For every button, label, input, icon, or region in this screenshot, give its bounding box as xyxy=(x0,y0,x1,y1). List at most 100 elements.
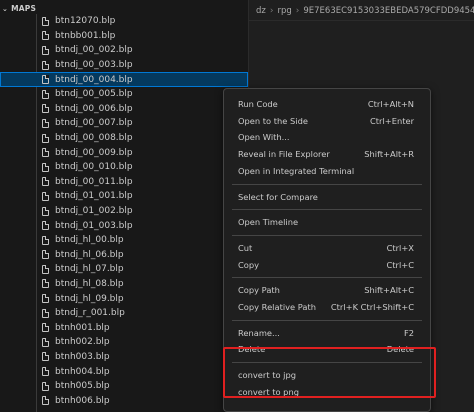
file-item[interactable]: btndj_00_007.blp xyxy=(0,116,248,131)
menu-separator xyxy=(232,183,422,185)
menu-item-copy-relative-path[interactable]: Copy Relative Path Ctrl+K Ctrl+Shift+C xyxy=(224,299,430,315)
file-item[interactable]: btnh001.blp xyxy=(0,320,248,335)
menu-item-copy[interactable]: Copy Ctrl+C xyxy=(224,257,430,273)
file-icon xyxy=(42,337,49,347)
file-icon xyxy=(42,16,49,26)
menu-item-label: Run Code xyxy=(238,99,278,109)
breadcrumb-item[interactable]: dz xyxy=(256,6,266,16)
file-icon xyxy=(42,264,49,274)
file-item[interactable]: btndj_00_003.blp xyxy=(0,58,248,73)
menu-separator xyxy=(232,319,422,321)
menu-item-open-in-integrated-terminal[interactable]: Open in Integrated Terminal xyxy=(224,163,430,179)
menu-item-open-timeline[interactable]: Open Timeline xyxy=(224,214,430,230)
file-item[interactable]: btndj_00_002.blp xyxy=(0,43,248,58)
menu-item-label: Open Timeline xyxy=(238,217,299,228)
red-highlight-annotation xyxy=(223,347,436,398)
file-name: btndj_r_001.blp xyxy=(55,308,125,319)
menu-item-shortcut: Shift+Alt+C xyxy=(364,285,414,296)
file-item[interactable]: btndj_01_001.blp xyxy=(0,189,248,204)
file-item[interactable]: btndj_00_005.blp xyxy=(0,87,248,102)
menu-item-shortcut: F2 xyxy=(403,327,414,338)
file-item[interactable]: btnh006.blp xyxy=(0,393,248,408)
file-name: btndj_01_001.blp xyxy=(55,191,133,202)
breadcrumb-item[interactable]: 9E7E63EC9153033EBEDA579CFDD9454C xyxy=(303,6,474,16)
menu-item-open-with[interactable]: Open With... xyxy=(224,129,430,145)
file-icon xyxy=(42,206,49,216)
file-item[interactable]: btndj_hl_06.blp xyxy=(0,248,248,263)
menu-item-select-for-compare[interactable]: Select for Compare xyxy=(224,189,430,205)
file-item[interactable]: btndj_00_009.blp xyxy=(0,145,248,160)
menu-separator xyxy=(232,209,422,211)
menu-item-label: Cut xyxy=(238,242,253,253)
file-name: btnh001.blp xyxy=(55,322,110,333)
menu-item-label: Select for Compare xyxy=(238,191,318,202)
file-icon xyxy=(42,104,49,114)
file-item[interactable]: btnh002.blp xyxy=(0,335,248,350)
menu-item-reveal-in-file-explorer[interactable]: Reveal in File Explorer Shift+Alt+R xyxy=(224,146,430,162)
file-item[interactable]: btndj_r_001.blp xyxy=(0,306,248,321)
file-name: btnh003.blp xyxy=(55,351,110,362)
file-item[interactable]: btndj_01_003.blp xyxy=(0,218,248,233)
menu-item-label: Open to the Side xyxy=(238,115,308,126)
file-item[interactable]: btndj_hl_09.blp xyxy=(0,291,248,306)
explorer-sidebar: ⌄ MAPS btn12070.blp btnbb001.blp btndj_00_… xyxy=(0,0,249,412)
file-name: btnh002.blp xyxy=(55,337,110,348)
file-icon xyxy=(42,250,49,260)
file-name: btndj_00_003.blp xyxy=(55,60,133,71)
file-name: btndj_00_007.blp xyxy=(55,118,133,129)
file-icon xyxy=(42,177,49,187)
file-item[interactable]: btndj_00_006.blp xyxy=(0,102,248,117)
file-name: btndj_hl_09.blp xyxy=(55,293,124,304)
file-item[interactable]: btndj_hl_00.blp xyxy=(0,233,248,248)
menu-item-label: Copy xyxy=(238,259,260,270)
menu-item-shortcut: Ctrl+K Ctrl+Shift+C xyxy=(330,302,414,312)
menu-item-open-to-the-side[interactable]: Open to the Side Ctrl+Enter xyxy=(224,113,430,129)
file-item[interactable]: btndj_00_010.blp xyxy=(0,160,248,175)
breadcrumb-item[interactable]: rpg xyxy=(277,6,291,16)
section-title: MAPS xyxy=(11,4,37,13)
file-icon xyxy=(42,235,49,245)
file-name: btndj_01_003.blp xyxy=(55,220,133,231)
menu-separator xyxy=(232,234,422,236)
file-icon xyxy=(42,323,49,333)
file-name: btnh005.blp xyxy=(55,381,110,392)
file-icon xyxy=(42,294,49,304)
file-item[interactable]: btndj_00_004.blp xyxy=(0,72,248,87)
menu-item-rename[interactable]: Rename... F2 xyxy=(224,325,430,341)
file-name: btndj_00_008.blp xyxy=(55,133,133,144)
file-item[interactable]: btnh003.blp xyxy=(0,350,248,365)
breadcrumb: dz›rpg›9E7E63EC9153033EBEDA579CFDD9454C›… xyxy=(256,0,474,22)
menu-item-label: Open With... xyxy=(238,132,290,143)
file-name: btndj_hl_06.blp xyxy=(55,249,124,260)
menu-item-cut[interactable]: Cut Ctrl+X xyxy=(224,240,430,256)
chevron-right-icon: › xyxy=(269,6,274,16)
file-item[interactable]: btndj_hl_07.blp xyxy=(0,262,248,277)
menu-item-run-code[interactable]: Run Code Ctrl+Alt+N xyxy=(224,96,430,112)
file-name: btnbb001.blp xyxy=(55,30,116,41)
menu-item-shortcut: Ctrl+Alt+N xyxy=(367,99,414,109)
file-item[interactable]: btndj_00_011.blp xyxy=(0,175,248,190)
file-icon xyxy=(42,367,49,377)
menu-item-shortcut: Ctrl+C xyxy=(386,259,414,270)
file-item[interactable]: btndj_hl_08.blp xyxy=(0,277,248,292)
file-item[interactable]: btndj_00_008.blp xyxy=(0,131,248,146)
file-icon xyxy=(42,279,49,289)
menu-item-label: Copy Path xyxy=(238,285,280,296)
file-list: btn12070.blp btnbb001.blp btndj_00_002.blp… xyxy=(0,14,248,408)
file-item[interactable]: btnh004.blp xyxy=(0,364,248,379)
file-icon xyxy=(42,381,49,391)
file-name: btndj_hl_00.blp xyxy=(55,235,124,246)
file-item[interactable]: btnbb001.blp xyxy=(0,29,248,44)
file-icon xyxy=(42,148,49,158)
menu-item-label: Open in Integrated Terminal xyxy=(238,165,355,176)
file-name: btndj_hl_07.blp xyxy=(55,264,124,275)
file-item[interactable]: btn12070.blp xyxy=(0,14,248,29)
file-item[interactable]: btndj_01_002.blp xyxy=(0,204,248,219)
file-icon xyxy=(42,191,49,201)
menu-item-copy-path[interactable]: Copy Path Shift+Alt+C xyxy=(224,282,430,298)
file-icon xyxy=(42,308,49,318)
menu-item-shortcut: Ctrl+Enter xyxy=(370,115,414,126)
menu-item-label: Reveal in File Explorer xyxy=(238,149,330,160)
file-item[interactable]: btnh005.blp xyxy=(0,379,248,394)
file-icon xyxy=(42,60,49,70)
